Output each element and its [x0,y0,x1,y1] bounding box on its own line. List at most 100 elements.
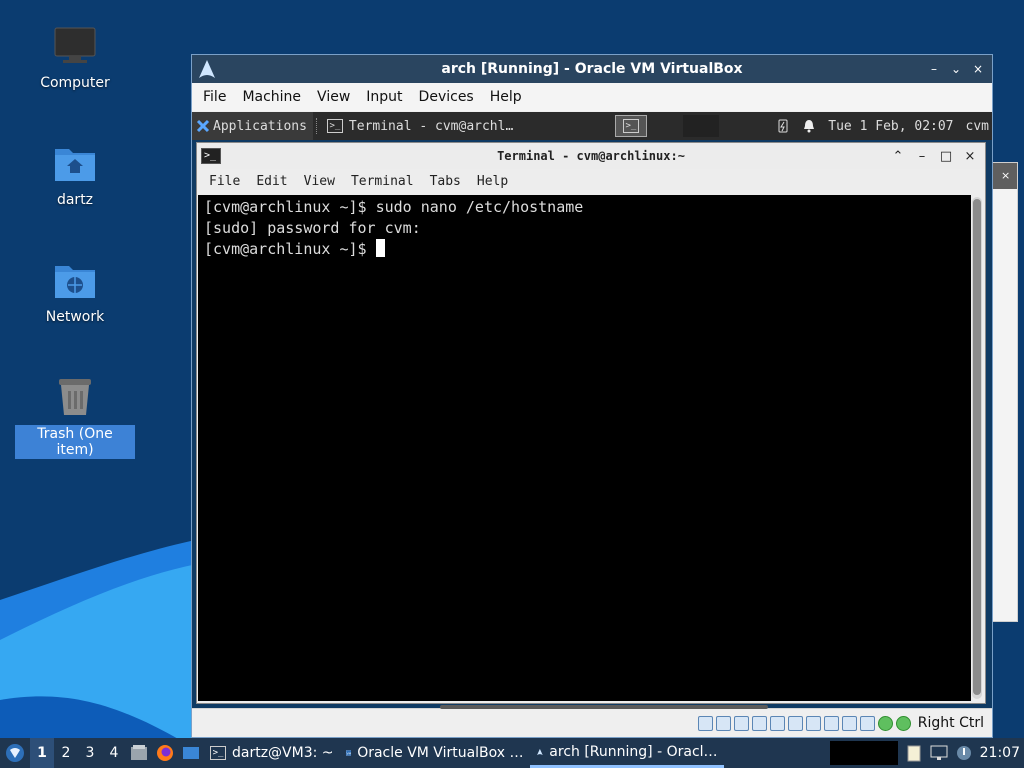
usb-icon[interactable] [769,715,785,731]
workspace-4[interactable]: 4 [102,738,126,768]
terminal-icon: >_ [210,746,226,760]
terminal-menu-help[interactable]: Help [469,172,516,191]
maximize-button[interactable]: ⌄ [948,61,964,77]
panel-separator [315,118,318,134]
desktop-icon-trash[interactable]: Trash (One item) [15,373,135,459]
xfce-mouse-icon [196,119,210,133]
menu-view[interactable]: View [309,85,358,109]
display-icon[interactable] [805,715,821,731]
terminal-menu-tabs[interactable]: Tabs [422,172,469,191]
terminal-line: [sudo] password for cvm: [204,219,421,237]
host-clock[interactable]: 21:07 [980,745,1020,761]
desktop-folder-icon [183,747,199,759]
terminal-prompt-line: [cvm@archlinux ~]$ [204,239,971,260]
clipboard-icon[interactable] [906,744,922,762]
menu-machine[interactable]: Machine [234,85,309,109]
taskbar-item-vbox-arch[interactable]: arch [Running] - Oracl… [529,738,724,768]
host-tray: 21:07 [829,738,1024,768]
guest-user[interactable]: cvm [966,119,989,134]
guest-display[interactable]: Applications >_ Terminal - cvm@archl… >_ [192,112,992,708]
close-button[interactable]: × [970,61,986,77]
arch-logo-icon [199,60,215,78]
guest-task-terminal[interactable]: >_ Terminal - cvm@archl… [320,112,521,140]
recording-icon[interactable] [823,715,839,731]
xfce-logo-icon [6,744,24,762]
window-title: arch [Running] - Oracle VM VirtualBox [441,61,743,77]
virtualbox-window[interactable]: arch [Running] - Oracle VM VirtualBox – … [191,54,993,738]
workspace-2[interactable]: 2 [54,738,78,768]
notification-bell-icon[interactable] [802,119,816,133]
firefox-icon [157,745,173,761]
optical-drive-icon[interactable] [715,715,731,731]
terminal-title: Terminal - cvm@archlinux:~ [497,149,685,163]
updates-icon[interactable] [956,745,972,761]
terminal-icon: >_ [326,119,343,133]
mouse-integration-icon[interactable] [859,715,875,731]
taskbar-item-vbox-manager[interactable]: VM Oracle VM VirtualBox … [340,738,530,768]
redacted-area [829,741,898,765]
taskbar-item-label: Oracle VM VirtualBox … [357,745,524,761]
host-key-label[interactable]: Right Ctrl [918,715,984,731]
minimize-button[interactable]: – [913,149,931,164]
whisker-menu-button[interactable] [0,738,30,768]
close-icon[interactable]: × [991,163,1017,189]
guest-task-label: Terminal - cvm@archl… [348,118,514,134]
background-window[interactable]: × [990,162,1018,622]
desktop-icon-computer[interactable]: Computer [15,22,135,92]
guest-top-panel: Applications >_ Terminal - cvm@archl… >_ [192,112,992,140]
desktop-icon-label: Trash (One item) [15,425,135,459]
workspace-switcher[interactable]: >_ [614,115,647,137]
terminal-menu-terminal[interactable]: Terminal [343,172,422,191]
terminal-menu-edit[interactable]: Edit [248,172,295,191]
workspace-switcher-empty[interactable] [682,115,719,137]
menu-file[interactable]: File [195,85,234,109]
terminal-menu-view[interactable]: View [296,172,343,191]
network-status-icon[interactable] [930,745,948,761]
battery-icon[interactable] [776,119,790,133]
guest-terminal-window[interactable]: >_ Terminal - cvm@archlinux:~ ⌃ – □ × Fi… [196,142,986,704]
shared-folders-icon[interactable] [787,715,803,731]
taskbar-item-label: arch [Running] - Oracl… [549,743,718,760]
show-desktop-launcher[interactable] [178,738,204,768]
text-cursor [375,239,385,257]
guest-tray: Tue 1 Feb, 02:07 cvm [776,119,992,134]
terminal-titlebar[interactable]: >_ Terminal - cvm@archlinux:~ ⌃ – □ × [197,143,985,169]
guest-additions-icon[interactable] [877,715,893,731]
terminal-menu-file[interactable]: File [201,172,248,191]
applications-label: Applications [213,118,307,134]
terminal-scrollbar[interactable] [972,197,982,699]
hard-disk-icon[interactable] [697,715,713,731]
desktop-icon-home-folder[interactable]: dartz [15,139,135,209]
terminal-icon: >_ [622,119,639,133]
network-icon[interactable] [751,715,767,731]
chevron-up-icon[interactable]: ⌃ [889,149,907,164]
terminal-menubar: File Edit View Terminal Tabs Help [197,169,985,193]
scrollbar-thumb[interactable] [973,199,981,695]
horizontal-scrollbar[interactable] [440,705,768,709]
network-folder-icon [55,266,95,298]
terminal-icon: >_ [201,148,221,164]
applications-menu[interactable]: Applications [192,112,313,140]
workspace-3[interactable]: 3 [78,738,102,768]
workspace-1[interactable]: 1 [30,738,54,768]
close-button[interactable]: × [961,149,979,164]
cpu-icon[interactable] [841,715,857,731]
file-manager-launcher[interactable] [126,738,152,768]
trash-icon [59,379,91,415]
maximize-button[interactable]: □ [937,149,955,164]
menu-input[interactable]: Input [358,85,410,109]
vbox-titlebar[interactable]: arch [Running] - Oracle VM VirtualBox – … [192,55,992,83]
terminal-output[interactable]: [cvm@archlinux ~]$ sudo nano /etc/hostna… [198,195,971,701]
menu-devices[interactable]: Devices [411,85,482,109]
minimize-button[interactable]: – [926,61,942,77]
taskbar-item-terminal[interactable]: >_ dartz@VM3: ~ [204,738,340,768]
keyboard-capture-icon[interactable] [895,715,911,731]
vbox-menubar: File Machine View Input Devices Help [192,83,992,111]
desktop-icon-network[interactable]: Network [15,256,135,326]
computer-icon [54,27,96,63]
guest-clock[interactable]: Tue 1 Feb, 02:07 [828,119,953,134]
audio-icon[interactable] [733,715,749,731]
firefox-launcher[interactable] [152,738,178,768]
desktop-icon-label: Computer [40,75,110,91]
menu-help[interactable]: Help [482,85,530,109]
